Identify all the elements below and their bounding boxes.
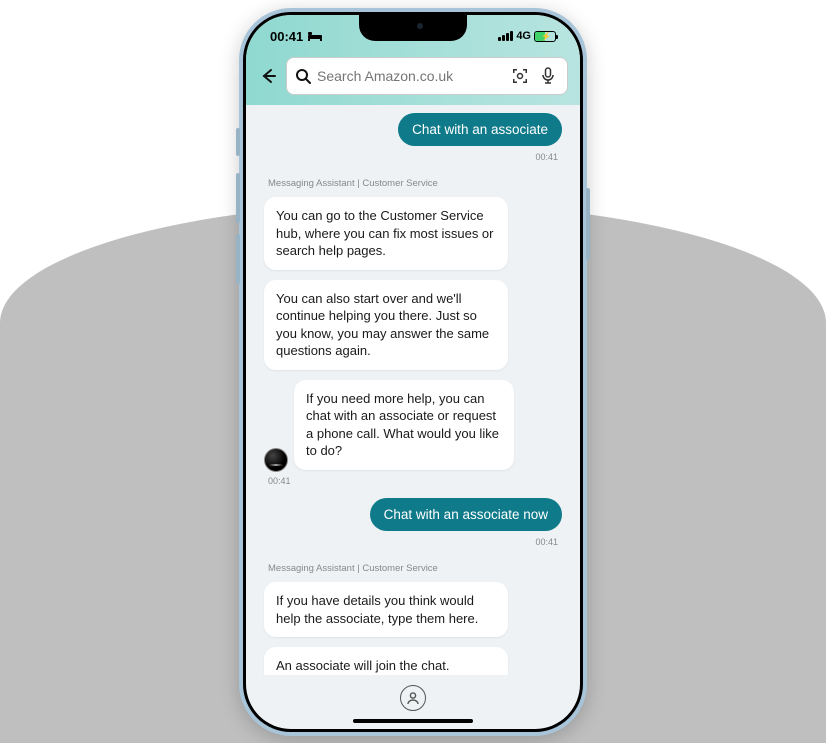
bot-avatar-icon	[264, 448, 288, 472]
search-icon	[295, 68, 311, 84]
timestamp: 00:41	[535, 537, 558, 547]
search-box[interactable]	[286, 57, 568, 95]
bot-message: You can go to the Customer Service hub, …	[264, 197, 508, 270]
sender-label: Messaging Assistant | Customer Service	[268, 563, 562, 574]
screen: 00:41 4G ⚡	[246, 15, 580, 729]
bot-message: If you need more help, you can chat with…	[294, 380, 514, 470]
user-message: Chat with an associate now	[370, 498, 562, 531]
phone-volume-down	[236, 234, 240, 284]
back-button[interactable]	[258, 66, 278, 86]
user-message: Chat with an associate	[398, 113, 562, 146]
phone-power-button	[586, 188, 590, 260]
lens-icon[interactable]	[509, 65, 531, 87]
phone-side-button	[236, 128, 240, 156]
bot-message: If you have details you think would help…	[264, 582, 508, 637]
notch	[359, 15, 467, 41]
sender-label: Messaging Assistant | Customer Service	[268, 178, 562, 189]
search-input[interactable]	[317, 68, 503, 84]
signal-icon	[498, 31, 513, 41]
timestamp: 00:41	[535, 152, 558, 162]
battery-icon: ⚡	[534, 31, 556, 42]
timestamp: 00:41	[268, 476, 562, 486]
phone-frame: 00:41 4G ⚡	[239, 8, 587, 736]
header	[246, 51, 580, 105]
network-label: 4G	[516, 30, 531, 42]
phone-volume-up	[236, 173, 240, 223]
mic-icon[interactable]	[537, 65, 559, 87]
chat-area[interactable]: Chat with an associate 00:41 Messaging A…	[246, 105, 580, 675]
bot-message: An associate will join the chat.	[264, 647, 508, 675]
bed-icon	[308, 31, 322, 41]
bot-message: You can also start over and we'll contin…	[264, 280, 508, 370]
home-indicator[interactable]	[353, 719, 473, 723]
profile-icon[interactable]	[400, 685, 426, 711]
status-time: 00:41	[270, 29, 303, 44]
